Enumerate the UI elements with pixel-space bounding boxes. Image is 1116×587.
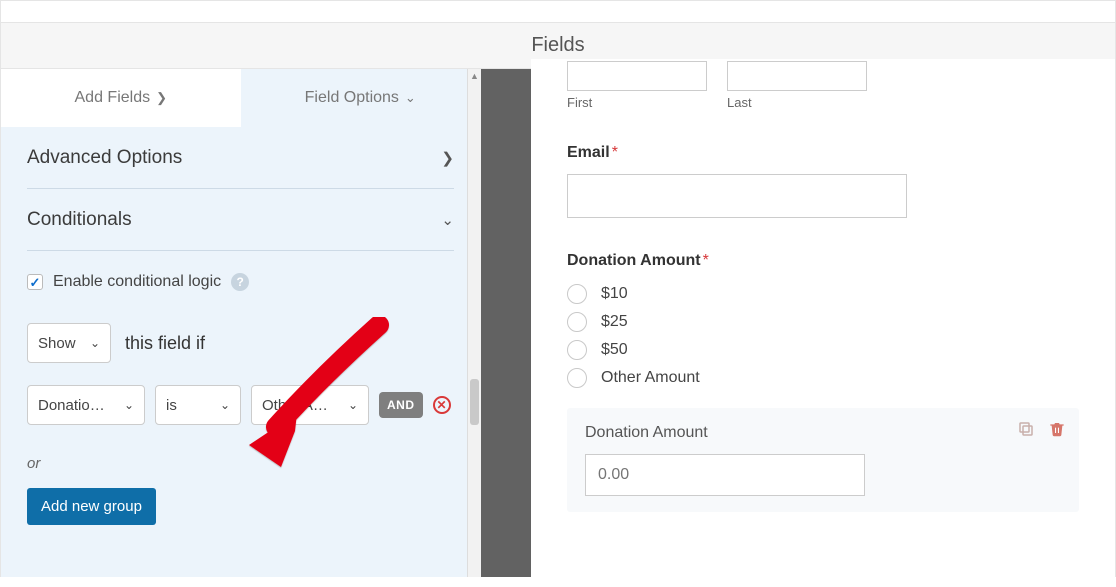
chevron-down-icon: ⌄ [90,336,100,350]
trash-icon[interactable] [1049,420,1065,438]
delete-rule-button[interactable]: ✕ [433,396,451,414]
rule-operator-select[interactable]: is ⌄ [155,385,241,425]
select-value: Donatio… [38,397,116,414]
first-name-caption: First [567,95,707,110]
left-panel: Add Fields ❯ Field Options ⌄ Advanced Op… [1,69,481,577]
left-panel-scrollbar[interactable]: ▲ [467,69,481,577]
rule-value-select[interactable]: Other A… ⌄ [251,385,369,425]
chevron-down-icon: ⌄ [124,398,134,412]
chevron-down-icon: ⌄ [405,90,416,106]
conditional-action-select[interactable]: Show ⌄ [27,323,111,363]
radio-label: $10 [601,285,628,303]
add-new-group-button[interactable]: Add new group [27,488,156,525]
add-and-condition-button[interactable]: AND [379,392,423,418]
select-value: Show [38,335,82,352]
donation-option-radio[interactable] [567,368,587,388]
last-name-input[interactable] [727,61,867,91]
tab-add-fields[interactable]: Add Fields ❯ [1,69,241,127]
donation-option-radio[interactable] [567,312,587,332]
radio-label: Other Amount [601,369,700,387]
help-icon[interactable]: ? [231,273,249,291]
required-asterisk: * [612,144,618,161]
select-value: Other A… [262,397,340,414]
or-separator: or [27,455,454,472]
tab-field-options[interactable]: Field Options ⌄ [241,69,481,127]
chevron-down-icon: ⌄ [441,211,454,229]
form-preview: First Last Email* Donation Amount* [481,69,1115,577]
section-conditionals[interactable]: Conditionals ⌄ [27,189,454,251]
page-title: Fields [531,34,584,57]
section-advanced-options[interactable]: Advanced Options ❯ [27,127,454,189]
chevron-down-icon: ⌄ [220,398,230,412]
donation-amount-label: Donation Amount* [567,252,1079,270]
select-value: is [166,397,212,414]
radio-label: $50 [601,341,628,359]
tab-label: Field Options [305,89,399,107]
first-name-input[interactable] [567,61,707,91]
conditional-static-text: this field if [125,333,205,354]
enable-conditional-checkbox[interactable]: ✓ [27,274,43,290]
last-name-caption: Last [727,95,867,110]
label-text: Email [567,144,610,161]
donation-amount-input[interactable] [585,454,865,496]
scroll-up-icon[interactable]: ▲ [468,69,481,83]
donation-option-radio[interactable] [567,340,587,360]
enable-conditional-label: Enable conditional logic [53,273,221,291]
check-icon: ✓ [30,276,41,289]
rule-field-select[interactable]: Donatio… ⌄ [27,385,145,425]
label-text: Donation Amount [567,252,701,269]
chevron-down-icon: ⌄ [348,398,358,412]
field-card-title: Donation Amount [585,424,1061,442]
duplicate-icon[interactable] [1017,420,1035,438]
section-label: Advanced Options [27,147,182,169]
radio-label: $25 [601,313,628,331]
tab-label: Add Fields [75,89,151,107]
required-asterisk: * [703,252,709,269]
chevron-right-icon: ❯ [156,90,167,106]
chevron-right-icon: ❯ [441,149,454,167]
section-label: Conditionals [27,209,132,231]
donation-option-radio[interactable] [567,284,587,304]
email-input[interactable] [567,174,907,218]
scroll-thumb[interactable] [470,379,479,425]
donation-amount-field-card[interactable]: Donation Amount [567,408,1079,512]
email-label: Email* [567,144,1079,162]
